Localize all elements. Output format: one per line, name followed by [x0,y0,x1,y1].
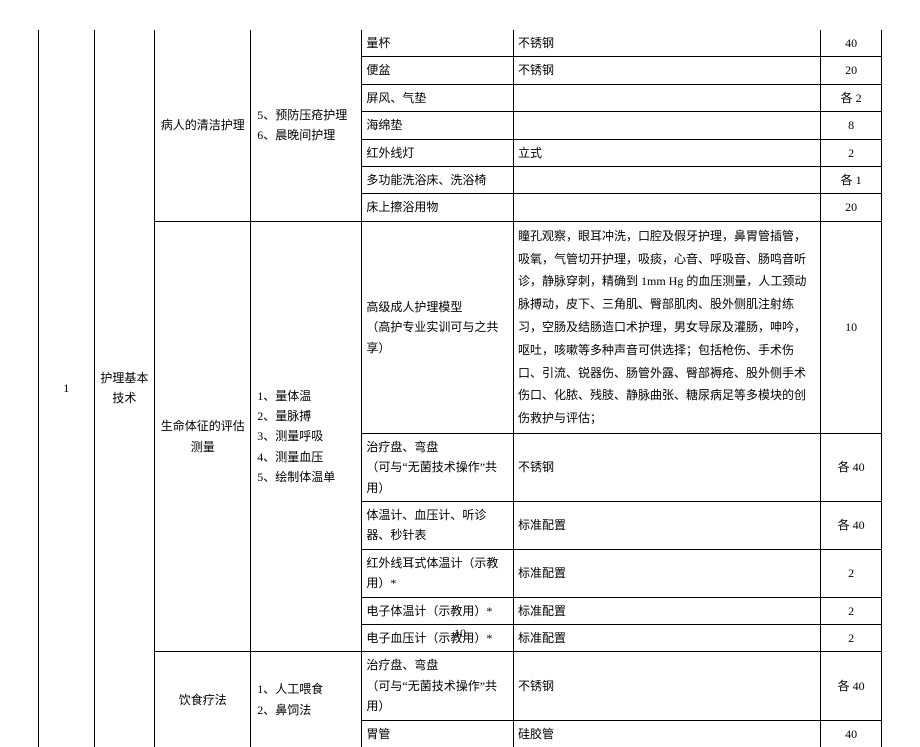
section1-title: 病人的清洁护理 [155,30,251,221]
section3-title: 饮食疗法 [155,652,251,747]
table-row: 生命体征的评估测量 1、量体温 2、量脉搏 3、测量呼吸 4、测量血压 5、绘制… [39,221,882,433]
item-desc [514,166,821,193]
item-qty: 各 1 [821,166,882,193]
item-qty: 40 [821,720,882,747]
item-desc: 不锈钢 [514,30,821,57]
item-desc: 标准配置 [514,549,821,597]
item-qty: 20 [821,57,882,84]
item-desc: 硅胶管 [514,720,821,747]
item-desc [514,84,821,111]
item-desc: 不锈钢 [514,433,821,501]
item-name: 电子体温计（示教用）* [362,597,514,624]
page-number: 10 [0,626,920,641]
item-name: 多功能洗浴床、洗浴椅 [362,166,514,193]
item-qty: 40 [821,30,882,57]
item-desc [514,194,821,221]
item-name: 红外线耳式体温计（示教用）* [362,549,514,597]
item-name: 床上擦浴用物 [362,194,514,221]
item-desc [514,112,821,139]
item-qty: 2 [821,597,882,624]
item-name: 红外线灯 [362,139,514,166]
item-qty: 各 2 [821,84,882,111]
table-row: 1 护理基本技术 病人的清洁护理 5、预防压疮护理 6、晨晚间护理 量杯 不锈钢… [39,30,882,57]
item-desc: 标准配置 [514,597,821,624]
item-name: 体温计、血压计、听诊器、秒针表 [362,502,514,550]
item-qty: 2 [821,549,882,597]
section2-methods: 1、量体温 2、量脉搏 3、测量呼吸 4、测量血压 5、绘制体温单 [251,221,362,652]
item-name: 量杯 [362,30,514,57]
item-name: 屏风、气垫 [362,84,514,111]
item-desc: 不锈钢 [514,652,821,720]
section2-title: 生命体征的评估测量 [155,221,251,652]
item-qty: 8 [821,112,882,139]
section3-methods: 1、人工喂食 2、鼻饲法 [251,652,362,747]
item-qty: 各 40 [821,652,882,720]
item-desc: 不锈钢 [514,57,821,84]
item-desc: 瞳孔观察，眼耳冲洗，口腔及假牙护理，鼻胃管插管，吸氧，气管切开护理，吸痰，心音、… [514,221,821,433]
table-row: 饮食疗法 1、人工喂食 2、鼻饲法 治疗盘、弯盘 （可与“无菌技术操作”共用） … [39,652,882,720]
item-name: 胃管 [362,720,514,747]
item-qty: 各 40 [821,502,882,550]
item-desc: 立式 [514,139,821,166]
item-qty: 各 40 [821,433,882,501]
item-name: 便盆 [362,57,514,84]
item-name: 治疗盘、弯盘 （可与“无菌技术操作”共用） [362,652,514,720]
item-qty: 2 [821,139,882,166]
item-desc: 标准配置 [514,502,821,550]
item-qty: 20 [821,194,882,221]
item-qty: 10 [821,221,882,433]
item-name: 高级成人护理模型 （高护专业实训可与之共享） [362,221,514,433]
section1-methods: 5、预防压疮护理 6、晨晚间护理 [251,30,362,221]
item-name: 治疗盘、弯盘 （可与“无菌技术操作”共用） [362,433,514,501]
item-name: 海绵垫 [362,112,514,139]
